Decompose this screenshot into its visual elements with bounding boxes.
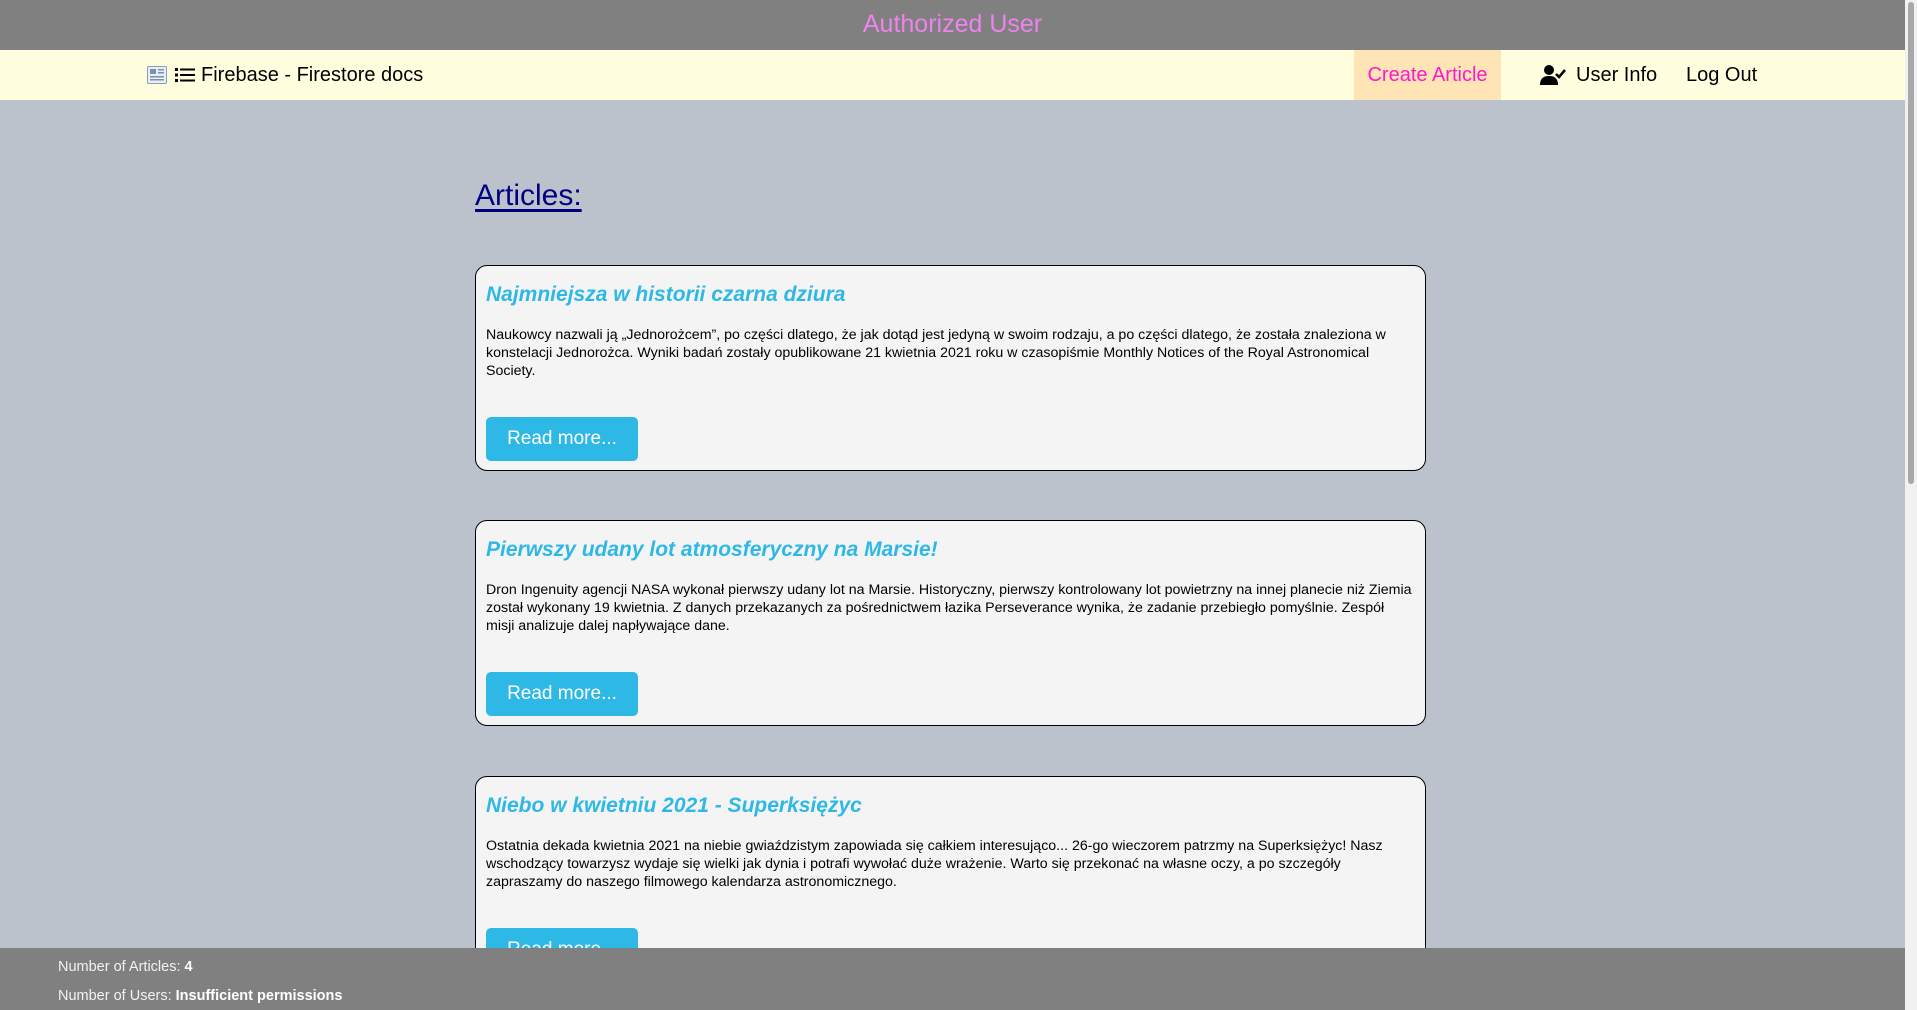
top-banner: Authorized User <box>0 0 1905 50</box>
vertical-scrollbar[interactable] <box>1905 0 1917 1010</box>
log-out-link[interactable]: Log Out <box>1686 50 1757 100</box>
user-info-link[interactable]: User Info <box>1540 50 1657 100</box>
article-description: Dron Ingenuity agencji NASA wykonał pier… <box>486 582 1412 634</box>
navbar: Firebase - Firestore docs Create Article… <box>0 50 1905 100</box>
footer-stats: Number of Articles: 4 Number of Users: I… <box>0 948 1905 1010</box>
user-check-icon <box>1540 65 1566 85</box>
read-more-button[interactable]: Read more... <box>486 672 638 716</box>
auth-status-text: Authorized User <box>862 9 1043 38</box>
article-title: Niebo w kwietniu 2021 - Superksiężyc <box>486 794 862 817</box>
user-info-label: User Info <box>1576 63 1658 86</box>
scrollbar-thumb[interactable] <box>1908 2 1914 484</box>
article-description: Naukowcy nazwali ją „Jednorożcem”, po cz… <box>486 327 1386 379</box>
page-title: Articles: <box>475 179 582 212</box>
articles-count-label: Number of Articles: <box>58 959 185 975</box>
articles-count: Number of Articles: 4 <box>58 959 193 975</box>
brand-link[interactable]: Firebase - Firestore docs <box>147 50 423 100</box>
brand-label: Firebase - Firestore docs <box>201 63 424 86</box>
users-count: Number of Users: Insufficient permission… <box>58 988 342 1004</box>
article-card: Najmniejsza w historii czarna dziura Nau… <box>475 265 1426 471</box>
page: Authorized User Firebase - Firestore doc… <box>0 0 1917 1010</box>
articles-count-value: 4 <box>184 959 193 975</box>
list-icon <box>175 66 195 84</box>
users-count-label: Number of Users: <box>58 988 176 1004</box>
read-more-button[interactable]: Read more... <box>486 417 638 461</box>
newspaper-icon <box>147 66 167 84</box>
article-card: Pierwszy udany lot atmosferyczny na Mars… <box>475 520 1426 726</box>
users-count-value: Insufficient permissions <box>175 988 343 1004</box>
article-title: Najmniejsza w historii czarna dziura <box>486 283 846 306</box>
article-description: Ostatnia dekada kwietnia 2021 na niebie … <box>486 838 1383 890</box>
create-article-link[interactable]: Create Article <box>1354 50 1501 100</box>
article-title: Pierwszy udany lot atmosferyczny na Mars… <box>486 538 938 561</box>
